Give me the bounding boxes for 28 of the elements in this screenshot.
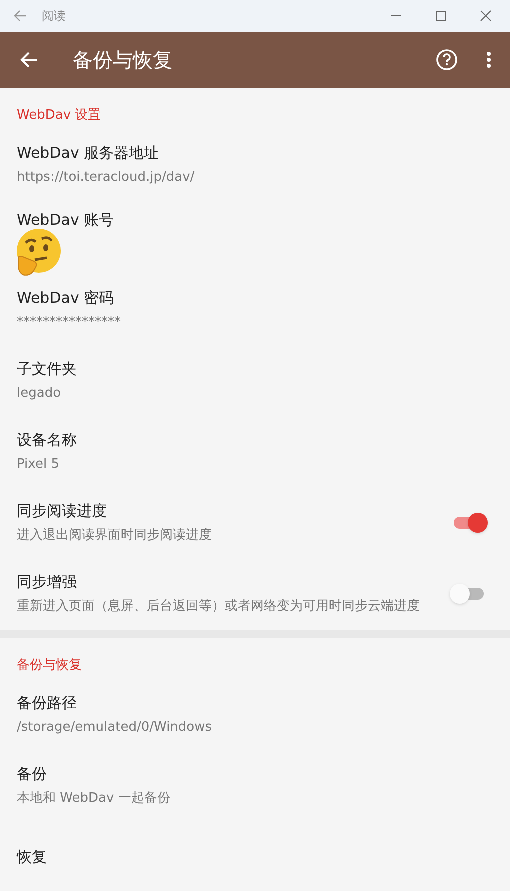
back-icon[interactable] (20, 51, 38, 69)
setting-title[interactable]: 同步增强 (17, 571, 440, 593)
setting-summary: https://toi.teracloud.jp/dav/ (17, 169, 196, 187)
setting-summary: legado (17, 385, 62, 403)
setting-title[interactable]: WebDav 账号 (17, 208, 488, 230)
setting-summary: 重新进入页面（息屏、后台返回等）或者网络变为可用时同步云端进度 (17, 598, 421, 616)
setting-title[interactable]: 备份路径 (17, 692, 488, 714)
setting-title[interactable]: WebDav 服务器地址 (17, 142, 488, 164)
setting-summary: 本地和 WebDav 一起备份 (17, 790, 172, 808)
window-title: 阅读 (42, 8, 66, 25)
setting-title[interactable]: 同步阅读进度 (17, 500, 440, 522)
setting-title[interactable]: 设备名称 (17, 429, 488, 451)
more-icon[interactable] (486, 51, 492, 69)
setting-summary: **************** (17, 314, 122, 332)
setting-summary: Pixel 5 (17, 456, 60, 474)
page-title: 备份与恢复 (73, 47, 173, 74)
help-icon[interactable] (436, 49, 458, 71)
maximize-icon[interactable] (435, 10, 447, 22)
section-header: 备份与恢复 (16, 656, 83, 674)
toggle-switch[interactable] (454, 513, 488, 533)
setting-title[interactable]: 备份 (17, 762, 488, 784)
setting-summary: 进入退出阅读界面时同步阅读进度 (17, 527, 213, 545)
setting-title[interactable]: 子文件夹 (17, 358, 488, 380)
setting-summary: /storage/emulated/0/Windows (17, 718, 214, 736)
section-header: WebDav 设置 (16, 107, 102, 125)
setting-title[interactable]: WebDav 密码 (17, 287, 488, 309)
setting-title[interactable]: 恢复 (17, 846, 488, 868)
close-icon[interactable] (480, 10, 492, 22)
